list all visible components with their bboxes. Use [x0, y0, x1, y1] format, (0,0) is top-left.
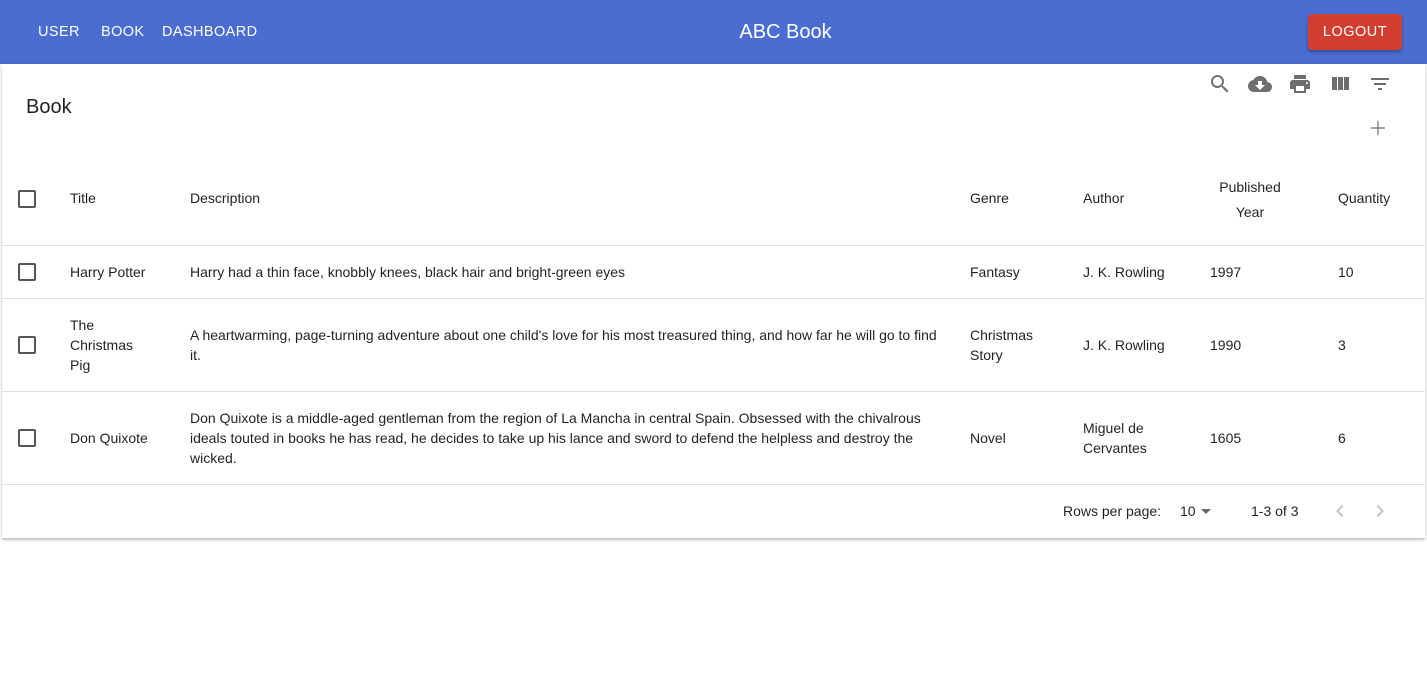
cell-genre: Fantasy: [970, 264, 1020, 280]
download-icon[interactable]: [1248, 72, 1272, 96]
column-header-title[interactable]: Title: [70, 188, 96, 208]
row-checkbox[interactable]: [18, 263, 36, 281]
select-all-checkbox[interactable]: [18, 190, 36, 208]
rows-per-page-select[interactable]: 10: [1178, 499, 1218, 523]
cell-genre: Novel: [970, 430, 1006, 446]
cell-genre: Christmas Story: [970, 327, 1034, 363]
add-icon[interactable]: [1366, 116, 1390, 140]
nav-dashboard-button[interactable]: DASHBOARD: [162, 22, 257, 42]
logout-button[interactable]: LOGOUT: [1308, 14, 1402, 50]
pagination-range: 1-3 of 3: [1251, 503, 1299, 519]
next-page-icon[interactable]: [1368, 499, 1392, 523]
rows-per-page-label: Rows per page:: [1063, 503, 1162, 519]
chevron-down-icon: [1201, 509, 1211, 514]
cell-quantity: 6: [1338, 430, 1346, 446]
view-columns-icon[interactable]: [1328, 72, 1352, 96]
cell-published-year: 1990: [1210, 337, 1242, 353]
app-bar: USER BOOK DASHBOARD ABC Book LOGOUT: [0, 0, 1427, 64]
row-divider: [2, 298, 1425, 299]
row-divider: [2, 391, 1425, 392]
row-checkbox[interactable]: [18, 429, 36, 447]
cell-title: The Christmas Pig: [70, 317, 134, 373]
row-divider: [2, 484, 1425, 485]
filter-icon[interactable]: [1368, 72, 1392, 96]
cell-published-year: 1605: [1210, 430, 1242, 446]
cell-quantity: 10: [1338, 264, 1354, 280]
column-header-published-year[interactable]: Published Year: [1205, 175, 1295, 225]
book-table: Book Title Description Genre Author Publ…: [2, 64, 1425, 538]
table-title: Book: [26, 96, 72, 118]
row-checkbox[interactable]: [18, 336, 36, 354]
column-header-quantity[interactable]: Quantity: [1338, 188, 1390, 208]
cell-author: J. K. Rowling: [1083, 264, 1165, 280]
cell-quantity: 3: [1338, 337, 1346, 353]
previous-page-icon[interactable]: [1328, 499, 1352, 523]
cell-description: Harry had a thin face, knobbly knees, bl…: [190, 264, 626, 280]
nav-book-button[interactable]: BOOK: [101, 22, 145, 42]
column-header-author[interactable]: Author: [1083, 188, 1124, 208]
search-icon[interactable]: [1208, 72, 1232, 96]
column-header-genre[interactable]: Genre: [970, 188, 1009, 208]
cell-description: A heartwarming, page-turning adventure a…: [190, 327, 937, 363]
header-divider: [2, 245, 1425, 246]
column-header-description[interactable]: Description: [190, 188, 260, 208]
cell-title: Don Quixote: [70, 430, 148, 446]
cell-published-year: 1997: [1210, 264, 1242, 280]
cell-author: Miguel de Cervantes: [1083, 420, 1147, 456]
cell-description: Don Quixote is a middle-aged gentleman f…: [190, 410, 921, 466]
cell-title: Harry Potter: [70, 264, 146, 280]
rows-per-page-value: 10: [1180, 503, 1196, 519]
nav-user-button[interactable]: USER: [38, 22, 80, 42]
cell-author: J. K. Rowling: [1083, 337, 1165, 353]
print-icon[interactable]: [1288, 72, 1312, 96]
